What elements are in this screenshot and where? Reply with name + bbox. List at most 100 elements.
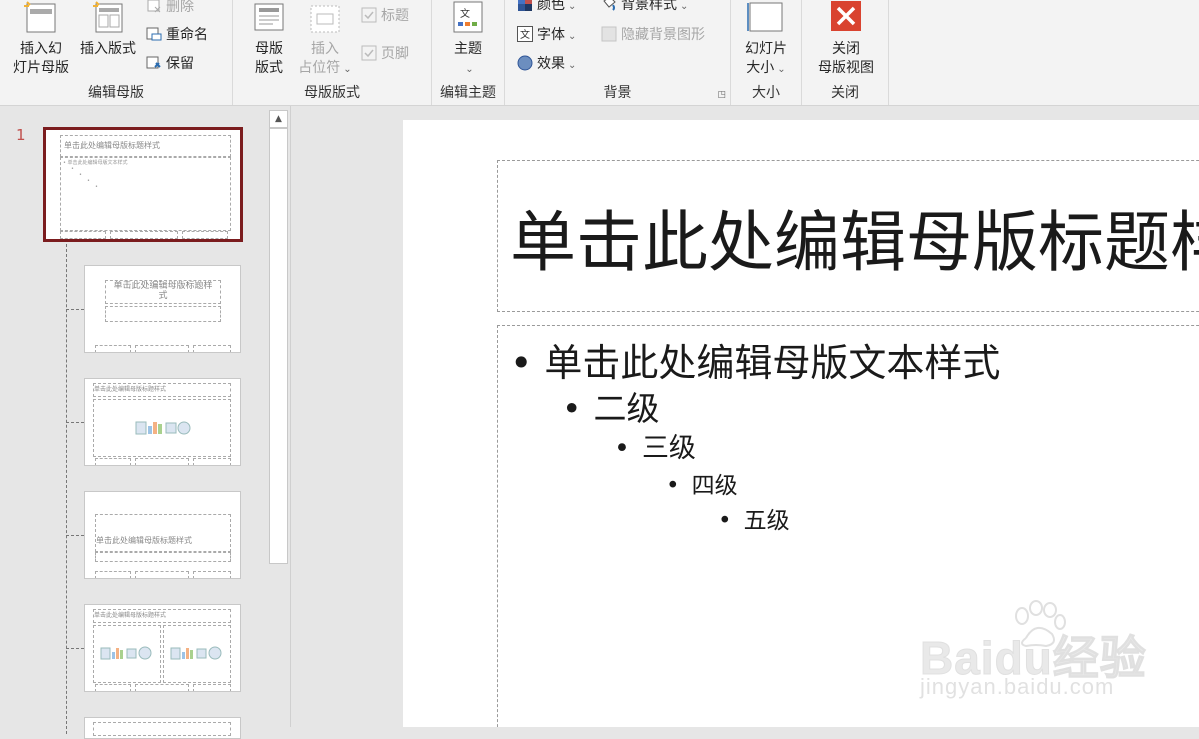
group-edit-theme: 文 主题 ⌄ 编辑主题 (432, 0, 505, 105)
thumbnail-footer (95, 684, 131, 691)
thumbnail-bullet: • (79, 172, 82, 178)
colors-icon (518, 0, 532, 11)
group-label-close: 关闭 (831, 85, 859, 101)
scrollbar-thumb[interactable] (269, 128, 288, 564)
text-level-2: • 二级 (562, 382, 659, 430)
layout-thumbnail-section-header[interactable]: 单击此处编辑母版标题样式 (84, 491, 241, 579)
themes-button[interactable]: 文 主题 ⌄ (438, 0, 498, 79)
thumbnail-footer (193, 571, 231, 578)
thumbnail-content-placeholder-right (163, 625, 231, 683)
title-checkbox[interactable]: 标题 (361, 5, 409, 27)
group-label-size: 大小 (752, 85, 780, 101)
bullet-icon: • (614, 433, 630, 464)
effects-button[interactable]: 效果 ⌄ (517, 53, 576, 75)
thumbnail-footer (60, 231, 106, 239)
layout-thumbnail-title-slide[interactable]: 单击此处编辑母版标题样 式 (84, 265, 241, 353)
checkbox-icon (601, 26, 617, 42)
chevron-down-icon: ⌄ (568, 31, 577, 42)
bullet-icon: • (666, 473, 680, 499)
chevron-down-icon: ⌄ (680, 1, 689, 12)
thumbnail-title: 单击此处编辑母版标题样式 (93, 383, 231, 397)
colors-label: 颜色 (537, 0, 565, 13)
group-master-layout: 母版 版式 插入 占位符 ⌄ 标题 页脚 母版版式 (233, 0, 432, 105)
thumbnail-title: 单击此处编辑母版标题样式 (93, 609, 231, 623)
group-background: 颜色 ⌄ 文字体 ⌄ 效果 ⌄ 背景样式 ⌄ 隐藏背景图形 ◳ 背景 (505, 0, 731, 105)
rename-label: 重命名 (166, 27, 208, 43)
fonts-button[interactable]: 文字体 ⌄ (517, 24, 576, 46)
hide-background-graphics-checkbox[interactable]: 隐藏背景图形 (601, 24, 705, 46)
thumbnail-footer (193, 458, 231, 465)
close-master-view-button[interactable]: 关闭 母版视图 (810, 0, 882, 78)
scroll-up-arrow-icon[interactable]: ▲ (269, 110, 288, 128)
thumbnail-title-placeholder (93, 722, 231, 736)
themes-label: 主题 (454, 41, 482, 57)
bullet-icon: • (562, 389, 582, 428)
group-label-edit-master: 编辑母版 (88, 85, 144, 101)
fonts-icon: 文 (517, 26, 533, 42)
title-check-label: 标题 (381, 8, 409, 24)
group-close: 关闭 母版视图 关闭 (802, 0, 889, 105)
insert-layout-button[interactable]: 插入版式 (76, 0, 140, 59)
master-layout-button[interactable]: 母版 版式 (243, 0, 295, 78)
rename-icon (146, 27, 162, 41)
layout-tree-branch (66, 422, 84, 423)
checkbox-checked-icon (361, 45, 377, 61)
insert-placeholder-button[interactable]: 插入 占位符 ⌄ (295, 0, 355, 79)
background-styles-button[interactable]: 背景样式 ⌄ (601, 0, 688, 16)
text-level-4-label: 四级 (691, 473, 738, 499)
rename-button[interactable]: 重命名 (146, 24, 208, 46)
thumbnail-bullet: • (95, 184, 98, 190)
title-placeholder[interactable]: 单击此处编辑母版标题样式 (497, 160, 1199, 312)
thumbnail-footer (193, 684, 231, 691)
svg-text:文: 文 (520, 28, 530, 41)
layout-thumbnail-title-content[interactable]: 单击此处编辑母版标题样式 (84, 378, 241, 466)
footer-check-label: 页脚 (381, 46, 409, 62)
colors-button[interactable]: 颜色 ⌄ (517, 0, 576, 16)
thumbnail-footer (95, 345, 131, 352)
group-size: 幻灯片 大小 ⌄ 大小 (731, 0, 802, 105)
text-level-5: • 五级 (718, 501, 790, 535)
delete-icon (147, 0, 161, 13)
checkbox-checked-icon (361, 7, 377, 23)
footer-checkbox[interactable]: 页脚 (361, 43, 409, 65)
text-level-1-label: 单击此处编辑母版文本样式 (544, 341, 1001, 385)
layout-thumbnail-two-content[interactable]: 单击此处编辑母版标题样式 (84, 604, 241, 692)
themes-icon: 文 (453, 1, 483, 33)
thumbnail-footer (182, 231, 228, 239)
delete-button[interactable]: 删除 (146, 0, 194, 18)
thumbnail-bullet: • (71, 166, 74, 172)
text-level-4: • 四级 (666, 466, 738, 500)
insert-layout-icon (93, 1, 123, 33)
chevron-down-icon: ⌄ (568, 1, 577, 12)
thumbnail-text-placeholder (95, 552, 231, 562)
thumbnail-footer (135, 571, 189, 578)
layout-thumbnail-partial[interactable] (84, 717, 241, 739)
insert-layout-label: 插入版式 (80, 41, 136, 57)
chevron-down-icon: ⌄ (777, 64, 786, 75)
slide-master-thumbnail[interactable]: 单击此处编辑母版标题样式 • 单击此处编辑母版文本样式 • • • • (43, 127, 243, 242)
fonts-label: 字体 (537, 27, 565, 43)
bullet-icon: • (510, 341, 533, 385)
master-layout-label: 母版 版式 (255, 41, 283, 76)
chevron-down-icon: ⌄ (568, 60, 577, 71)
insert-slide-master-button[interactable]: 插入幻 灯片母版 (8, 0, 74, 78)
delete-label: 删除 (166, 0, 194, 15)
insert-slide-master-icon (24, 1, 56, 33)
group-label-edit-theme: 编辑主题 (440, 85, 496, 101)
insert-slide-master-label: 插入幻 灯片母版 (13, 41, 69, 76)
bullet-icon: • (718, 508, 732, 534)
text-level-3-label: 三级 (641, 433, 696, 464)
ribbon: 插入幻 灯片母版 插入版式 删除 重命名 保留 编辑母版 母版 版式 插入 占位… (0, 0, 1199, 106)
preserve-button[interactable]: 保留 (146, 53, 194, 75)
baidu-watermark: Baidu经验 jingyan.baidu.com (920, 600, 1150, 720)
slide-size-button[interactable]: 幻灯片 大小 ⌄ (735, 0, 797, 79)
content-icons (100, 646, 152, 660)
slide-number: 1 (16, 126, 26, 144)
thumbnail-content-placeholder-left (93, 625, 161, 683)
thumbnail-scrollbar[interactable]: ▲ (266, 106, 291, 727)
thumbnail-subtitle-placeholder (105, 306, 221, 322)
thumbnail-bullet: • (87, 178, 90, 184)
thumbnail-footer (95, 571, 131, 578)
thumbnail-content-placeholder (93, 399, 231, 457)
layout-tree-line (66, 244, 67, 734)
